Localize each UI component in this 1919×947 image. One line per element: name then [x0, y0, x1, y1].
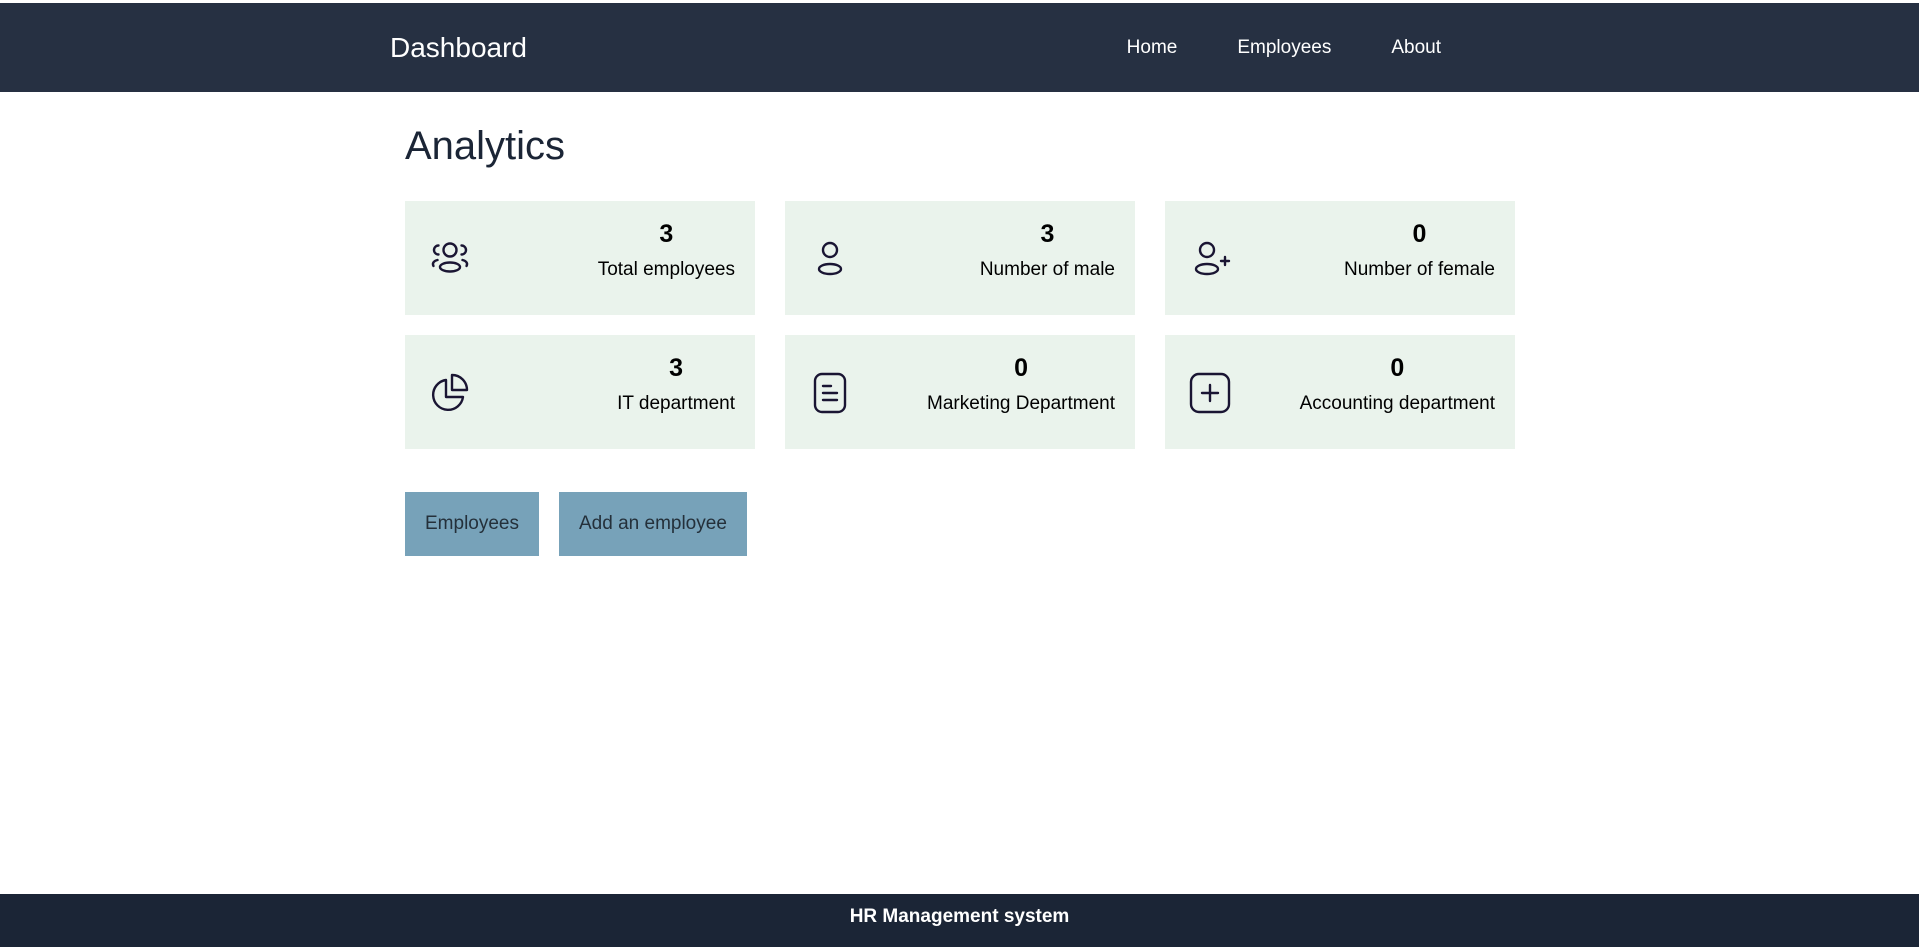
stat-value: 3 — [1040, 220, 1055, 248]
user-plus-icon — [1187, 236, 1233, 282]
employees-button[interactable]: Employees — [405, 492, 539, 556]
stat-card-total-employees: 3 Total employees — [405, 201, 755, 315]
top-navbar: Dashboard Home Employees About — [0, 3, 1919, 92]
stat-label: Marketing Department — [927, 393, 1115, 414]
users-icon — [427, 236, 473, 282]
stat-label: Number of male — [979, 259, 1115, 280]
stat-value: 0 — [1390, 354, 1405, 382]
nav-about-link[interactable]: About — [1391, 37, 1441, 59]
plus-square-icon — [1187, 370, 1233, 416]
stat-value: 3 — [669, 354, 683, 382]
stat-card-male: 3 Number of male — [785, 201, 1135, 315]
user-icon — [807, 236, 853, 282]
stat-card-it-department: 3 IT department — [405, 335, 755, 449]
stat-label: IT department — [617, 393, 735, 414]
add-employee-button[interactable]: Add an employee — [559, 492, 747, 556]
nav-home-link[interactable]: Home — [1127, 37, 1178, 59]
brand-link[interactable]: Dashboard — [390, 3, 527, 92]
stat-label: Total employees — [597, 259, 735, 280]
stat-value: 0 — [1412, 220, 1427, 248]
action-buttons: Employees Add an employee — [405, 492, 747, 556]
nav-employees-link[interactable]: Employees — [1237, 37, 1331, 59]
main-nav: Home Employees About — [1127, 3, 1441, 92]
footer: HR Management system — [0, 894, 1919, 947]
stat-label: Number of female — [1343, 259, 1495, 280]
file-text-icon — [807, 370, 853, 416]
pie-chart-icon — [427, 370, 473, 416]
stats-grid: 3 Total employees 3 Number of male 0 Num… — [405, 201, 1515, 449]
stat-value: 0 — [1014, 354, 1028, 382]
stat-card-female: 0 Number of female — [1165, 201, 1515, 315]
footer-text: HR Management system — [849, 906, 1070, 927]
stat-value: 3 — [659, 220, 674, 248]
stat-card-accounting-department: 0 Accounting department — [1165, 335, 1515, 449]
stat-label: Accounting department — [1299, 393, 1495, 414]
stat-card-marketing-department: 0 Marketing Department — [785, 335, 1135, 449]
page-title: Analytics — [405, 124, 566, 168]
